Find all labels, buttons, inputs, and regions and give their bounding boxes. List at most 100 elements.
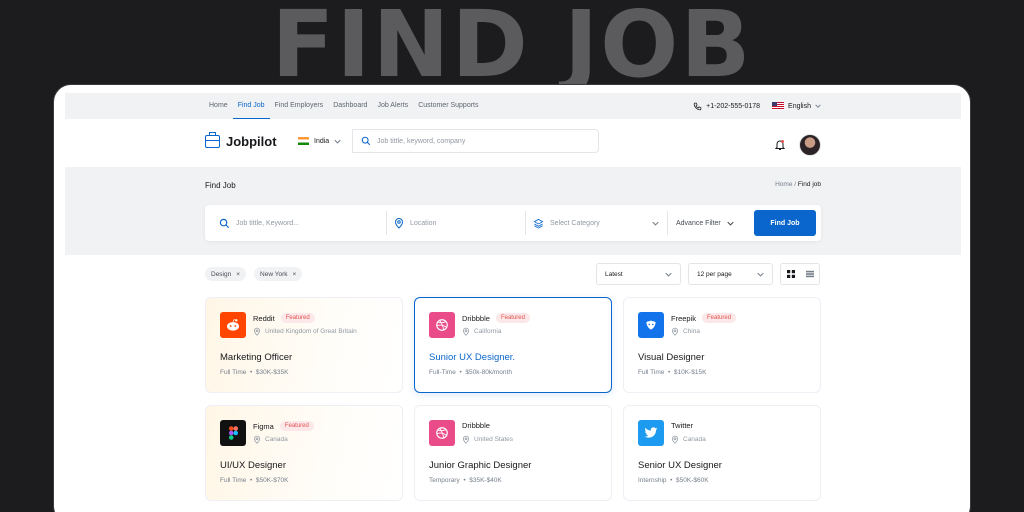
- chevron-down-icon: [334, 139, 341, 144]
- nav-customer-supports[interactable]: Customer Supports: [413, 93, 483, 119]
- header-search-input[interactable]: Job tittle, keyword, company: [353, 129, 599, 153]
- job-location: United States: [462, 435, 513, 444]
- job-card[interactable]: Reddit Featured United Kingdom of Great …: [205, 297, 403, 393]
- featured-badge: Featured: [280, 313, 315, 323]
- map-pin-icon: [671, 435, 679, 444]
- map-pin-icon: [462, 435, 470, 444]
- featured-badge: Featured: [495, 313, 530, 323]
- india-flag-icon: [298, 137, 309, 145]
- twitter-icon: [638, 420, 664, 446]
- job-title[interactable]: Senior UX Designer: [638, 460, 722, 471]
- company-row: Dribbble Featured: [462, 313, 530, 323]
- job-grid: Reddit Featured United Kingdom of Great …: [205, 297, 821, 501]
- breadcrumb-separator: /: [794, 181, 797, 188]
- keyword-input[interactable]: Job tittle, Keyword...: [219, 205, 299, 241]
- company-name: Reddit: [253, 313, 275, 323]
- divider: [525, 211, 526, 235]
- breadcrumb-home[interactable]: Home: [775, 181, 792, 188]
- country-select[interactable]: India: [287, 129, 353, 153]
- active-filters: Design × New York ×: [205, 267, 303, 281]
- advance-filter-button[interactable]: Advance Filter: [676, 205, 734, 241]
- company-row: Freepik Featured: [671, 313, 737, 323]
- close-icon[interactable]: ×: [293, 271, 297, 278]
- divider: [386, 211, 387, 235]
- close-icon[interactable]: ×: [236, 271, 240, 278]
- language-select[interactable]: English: [772, 102, 821, 110]
- job-type: Temporary: [429, 477, 460, 484]
- top-nav-right: +1-202-555-0178 English: [693, 93, 821, 119]
- view-toggle: [780, 263, 820, 285]
- language-label: English: [788, 102, 811, 110]
- job-card[interactable]: Dribbble Featured California Sunior UX D…: [414, 297, 612, 393]
- find-job-button[interactable]: Find Job: [754, 210, 816, 236]
- reddit-icon: [220, 312, 246, 338]
- country-label: India: [314, 137, 330, 145]
- job-meta: Full Time • $50K-$70K: [220, 477, 289, 484]
- job-title[interactable]: Visual Designer: [638, 352, 704, 363]
- freepik-icon: [638, 312, 664, 338]
- dribbble-icon: [429, 420, 455, 446]
- phone-contact[interactable]: +1-202-555-0178: [693, 102, 760, 111]
- grid-view-icon[interactable]: [786, 270, 795, 278]
- location-placeholder: Location: [410, 219, 437, 227]
- map-pin-icon: [253, 435, 261, 444]
- job-meta: Full-Time • $50k-80k/month: [429, 369, 512, 376]
- job-card[interactable]: Dribbble United States Junior Graphic De…: [414, 405, 612, 501]
- filter-chip-design[interactable]: Design ×: [205, 267, 247, 281]
- company-row: Figma Featured: [253, 421, 314, 431]
- job-title[interactable]: Sunior UX Designer.: [429, 352, 515, 363]
- job-salary: $50K-$70K: [255, 477, 289, 484]
- featured-badge: Featured: [279, 421, 314, 431]
- job-meta: Full Time • $30K-$35K: [220, 369, 289, 376]
- company-name: Dribbble: [462, 421, 490, 430]
- job-card[interactable]: Twitter Canada Senior UX Designer Intern…: [623, 405, 821, 501]
- chip-label: Design: [211, 270, 232, 278]
- map-pin-icon: [253, 327, 261, 336]
- per-page-select[interactable]: 12 per page: [688, 263, 773, 285]
- chevron-down-icon: [727, 221, 734, 226]
- category-select[interactable]: Select Category: [533, 205, 659, 241]
- keyword-placeholder: Job tittle, Keyword...: [236, 219, 300, 227]
- nav-dashboard[interactable]: Dashboard: [328, 93, 372, 119]
- job-card[interactable]: Figma Featured Canada UI/UX Designer Ful…: [205, 405, 403, 501]
- user-avatar[interactable]: [799, 134, 821, 156]
- job-type: Full Time: [220, 369, 247, 376]
- sort-select[interactable]: Latest: [596, 263, 681, 285]
- header-search-placeholder: Job tittle, keyword, company: [377, 137, 466, 145]
- chevron-down-icon: [665, 272, 672, 277]
- search-icon: [219, 218, 230, 228]
- chevron-down-icon: [757, 272, 764, 277]
- search-band: Find Job Home / Find job Job tittle, Key…: [65, 167, 961, 255]
- nav-home[interactable]: Home: [204, 93, 233, 119]
- job-card[interactable]: Freepik Featured China Visual Designer F…: [623, 297, 821, 393]
- company-row: Dribbble: [462, 421, 490, 430]
- divider: [667, 211, 668, 235]
- map-pin-icon: [671, 327, 679, 336]
- chevron-down-icon: [815, 104, 821, 108]
- job-title[interactable]: Marketing Officer: [220, 352, 292, 363]
- figma-icon: [220, 420, 246, 446]
- nav-find-employers[interactable]: Find Employers: [270, 93, 329, 119]
- job-title[interactable]: UI/UX Designer: [220, 460, 286, 471]
- chip-label: New York: [260, 270, 288, 278]
- job-meta: Full Time • $10K-$15K: [638, 369, 707, 376]
- map-pin-icon: [394, 218, 404, 229]
- job-title[interactable]: Junior Graphic Designer: [429, 460, 531, 471]
- job-location: China: [671, 327, 700, 336]
- hero-title: FIND JOB: [271, 0, 753, 88]
- job-type: Full Time: [638, 369, 665, 376]
- map-pin-icon: [462, 327, 470, 336]
- location-input[interactable]: Location: [394, 205, 436, 241]
- nav-find-job[interactable]: Find Job: [232, 93, 270, 119]
- brand-logo[interactable]: Jobpilot: [205, 132, 277, 149]
- top-nav-links: Home Find Job Find Employers Dashboard J…: [204, 93, 484, 119]
- notification-bell-icon[interactable]: [775, 139, 785, 151]
- brand-name: Jobpilot: [226, 134, 277, 149]
- list-view-icon[interactable]: [805, 270, 814, 278]
- breadcrumb-current: Find job: [797, 181, 821, 188]
- filter-chip-new-york[interactable]: New York ×: [254, 267, 303, 281]
- job-salary: $10K-$15K: [673, 369, 707, 376]
- location-text: United States: [474, 436, 514, 443]
- nav-job-alerts[interactable]: Job Alerts: [372, 93, 413, 119]
- sort-value: Latest: [605, 270, 623, 278]
